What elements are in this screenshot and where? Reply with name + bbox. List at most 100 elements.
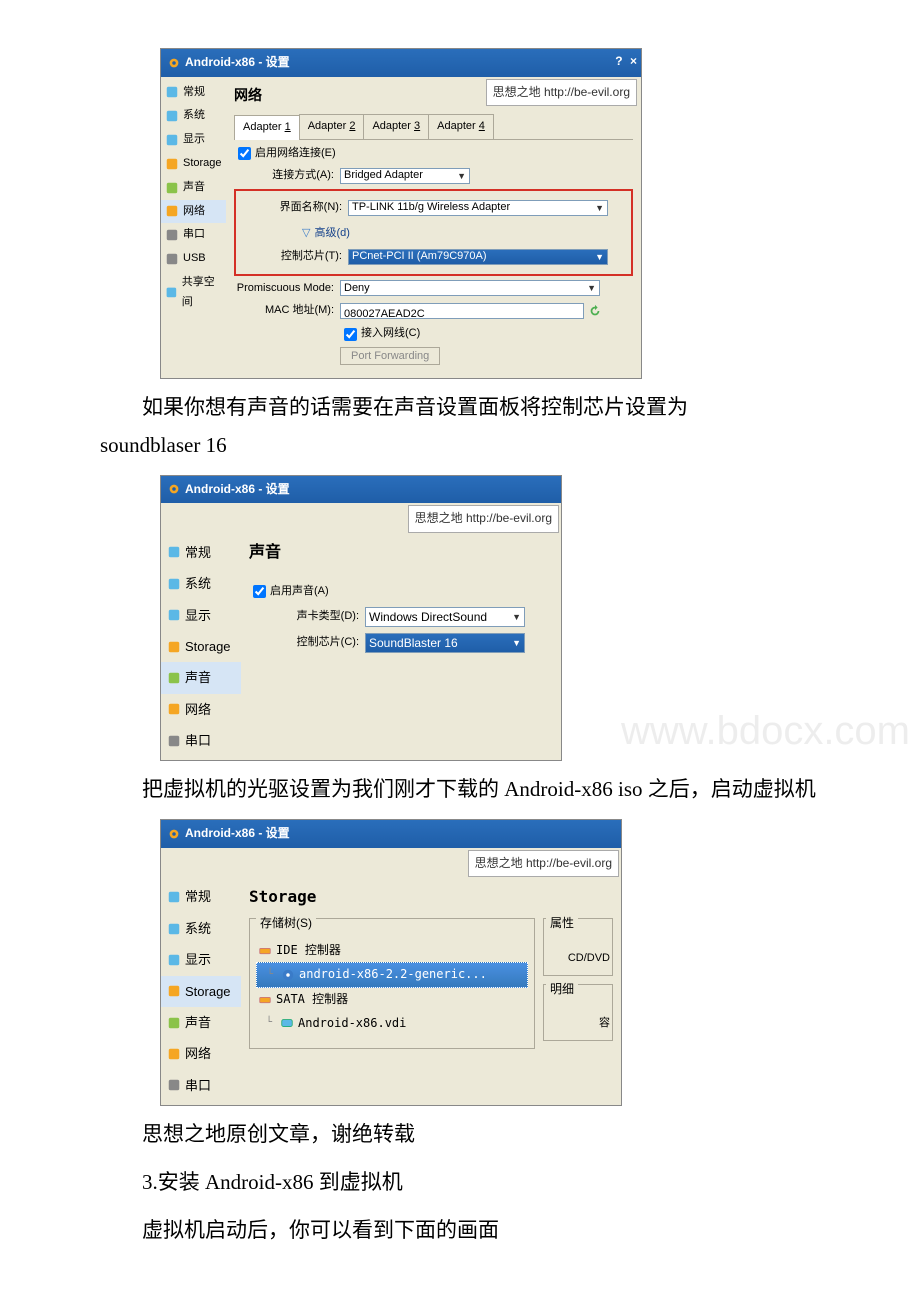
hdd-icon bbox=[280, 1016, 294, 1030]
storage-tree: 存储树(S) IDE 控制器 android-x86-2.2-generic..… bbox=[249, 918, 535, 1049]
mac-value: 080027AEAD2C bbox=[344, 308, 425, 320]
network-icon bbox=[165, 204, 179, 218]
titlebar: Android-x86 - 设置 bbox=[161, 820, 621, 848]
serial-icon bbox=[167, 1078, 181, 1092]
audio-icon bbox=[165, 181, 179, 195]
sidebar-item-disk[interactable]: Storage bbox=[161, 631, 241, 662]
window-title: Android-x86 - 设置 bbox=[185, 823, 290, 845]
sidebar-label: 串口 bbox=[185, 1074, 211, 1097]
sidebar-label: 声音 bbox=[183, 178, 205, 198]
iso-item[interactable]: android-x86-2.2-generic... bbox=[256, 962, 528, 988]
sidebar-label: 常规 bbox=[183, 83, 205, 103]
sidebar-item-network[interactable]: 网络 bbox=[161, 1038, 241, 1069]
props-legend: 属性 bbox=[546, 913, 578, 935]
sidebar-item-audio[interactable]: 声音 bbox=[161, 176, 226, 200]
chip-select[interactable]: PCnet-PCI II (Am79C970A)▼ bbox=[348, 249, 608, 265]
network-settings-screenshot: Android-x86 - 设置 ? × 思想之地 http://be-evil… bbox=[160, 48, 642, 379]
sidebar: 常规系统显示 Storage 声音网络串口 bbox=[161, 877, 241, 1105]
sidebar-item-display[interactable]: 显示 bbox=[161, 944, 241, 975]
sidebar: 常规系统显示 Storage 声音网络串口 bbox=[161, 533, 241, 761]
adapter-tab-1[interactable]: Adapter 1 bbox=[234, 115, 300, 140]
adapter-tab-4[interactable]: Adapter 4 bbox=[428, 114, 494, 139]
sidebar-item-usb[interactable]: USB bbox=[161, 247, 226, 271]
audio-icon bbox=[167, 1016, 181, 1030]
attach-label: 连接方式(A): bbox=[234, 166, 340, 186]
sidebar-label: 共享空间 bbox=[182, 273, 222, 313]
sidebar-label: 常规 bbox=[185, 885, 211, 908]
interface-highlight: 界面名称(N): TP-LINK 11b/g Wireless Adapter▼… bbox=[234, 189, 633, 275]
ide-controller[interactable]: IDE 控制器 bbox=[256, 939, 528, 963]
sidebar-item-chip[interactable]: 系统 bbox=[161, 104, 226, 128]
sidebar-label: 声音 bbox=[185, 666, 211, 689]
disc-icon bbox=[281, 968, 295, 982]
sidebar-item-disk[interactable]: Storage bbox=[161, 152, 226, 176]
sidebar-label: Storage bbox=[185, 980, 231, 1003]
sidebar-item-folder[interactable]: 共享空间 bbox=[161, 271, 226, 315]
refresh-icon[interactable] bbox=[588, 304, 602, 318]
window-title: Android-x86 - 设置 bbox=[185, 52, 290, 74]
disk-icon bbox=[167, 640, 181, 654]
audio-type-select[interactable]: Windows DirectSound▼ bbox=[365, 607, 525, 627]
mac-input[interactable]: 080027AEAD2C bbox=[340, 303, 584, 319]
watermark-url: www.bdocx.com bbox=[621, 695, 910, 767]
sidebar-item-chip[interactable]: 系统 bbox=[161, 913, 241, 944]
sidebar-label: 显示 bbox=[185, 604, 211, 627]
sidebar-item-chip[interactable]: 系统 bbox=[161, 568, 241, 599]
storage-settings-screenshot: Android-x86 - 设置 思想之地 http://be-evil.org… bbox=[160, 819, 622, 1106]
audio-chip-value: SoundBlaster 16 bbox=[369, 633, 458, 655]
window-title: Android-x86 - 设置 bbox=[185, 479, 290, 501]
sata-controller[interactable]: SATA 控制器 bbox=[256, 988, 528, 1012]
section-title: Storage bbox=[249, 883, 613, 912]
paragraph: 把虚拟机的光驱设置为我们刚才下载的 Android-x86 iso 之后，启动虚… bbox=[100, 771, 820, 809]
sidebar-item-disk[interactable]: Storage bbox=[161, 976, 241, 1007]
close-button[interactable]: × bbox=[630, 51, 637, 73]
sidebar-item-monitor[interactable]: 常规 bbox=[161, 881, 241, 912]
monitor-icon bbox=[165, 85, 179, 99]
detail-legend: 明细 bbox=[546, 979, 578, 1001]
sidebar-item-serial[interactable]: 串口 bbox=[161, 725, 241, 756]
sidebar-label: 常规 bbox=[185, 541, 211, 564]
adapter-tab-3[interactable]: Adapter 3 bbox=[363, 114, 429, 139]
watermark: 思想之地 http://be-evil.org bbox=[486, 79, 637, 107]
mac-label: MAC 地址(M): bbox=[234, 301, 340, 321]
display-icon bbox=[167, 608, 181, 622]
sidebar-item-serial[interactable]: 串口 bbox=[161, 223, 226, 247]
enable-network-label: 启用网络连接(E) bbox=[255, 144, 336, 164]
serial-icon bbox=[167, 734, 181, 748]
vdi-item[interactable]: Android-x86.vdi bbox=[256, 1012, 528, 1036]
sidebar-item-audio[interactable]: 声音 bbox=[161, 1007, 241, 1038]
prom-value: Deny bbox=[344, 279, 370, 299]
port-forward-button[interactable]: Port Forwarding bbox=[340, 347, 440, 365]
prom-select[interactable]: Deny▼ bbox=[340, 280, 600, 296]
sidebar-label: 网络 bbox=[185, 1042, 211, 1065]
sidebar-label: 显示 bbox=[185, 948, 211, 971]
audio-type-label: 声卡类型(D): bbox=[249, 607, 365, 627]
sidebar-label: 串口 bbox=[183, 225, 205, 245]
display-icon bbox=[165, 133, 179, 147]
advanced-label: 高级(d) bbox=[314, 224, 349, 244]
audio-chip-select[interactable]: SoundBlaster 16▼ bbox=[365, 633, 525, 653]
sidebar-item-display[interactable]: 显示 bbox=[161, 128, 226, 152]
disk-icon bbox=[167, 984, 181, 998]
sidebar-item-monitor[interactable]: 常规 bbox=[161, 537, 241, 568]
sidebar-item-display[interactable]: 显示 bbox=[161, 600, 241, 631]
sidebar-item-audio[interactable]: 声音 bbox=[161, 662, 241, 693]
advanced-toggle[interactable]: ▽ 高级(d) bbox=[302, 224, 625, 244]
sidebar-label: Storage bbox=[185, 635, 231, 658]
sidebar-item-network[interactable]: 网络 bbox=[161, 200, 226, 224]
sidebar-label: 系统 bbox=[185, 917, 211, 940]
enable-audio-checkbox[interactable] bbox=[253, 585, 266, 598]
adapter-tabs: Adapter 1Adapter 2Adapter 3Adapter 4 bbox=[234, 114, 633, 140]
properties-panel: 属性 CD/DVD 明细 容 bbox=[543, 918, 613, 1049]
sidebar-item-monitor[interactable]: 常规 bbox=[161, 81, 226, 105]
help-button[interactable]: ? bbox=[615, 51, 622, 73]
attach-select[interactable]: Bridged Adapter▼ bbox=[340, 168, 470, 184]
ifname-select[interactable]: TP-LINK 11b/g Wireless Adapter▼ bbox=[348, 200, 608, 216]
watermark: 思想之地 http://be-evil.org bbox=[408, 505, 559, 533]
cable-checkbox[interactable] bbox=[344, 328, 357, 341]
paragraph: 3.安装 Android-x86 到虚拟机 bbox=[100, 1164, 820, 1202]
sidebar-item-serial[interactable]: 串口 bbox=[161, 1070, 241, 1101]
adapter-tab-2[interactable]: Adapter 2 bbox=[299, 114, 365, 139]
enable-network-checkbox[interactable] bbox=[238, 147, 251, 160]
sidebar-item-network[interactable]: 网络 bbox=[161, 694, 241, 725]
